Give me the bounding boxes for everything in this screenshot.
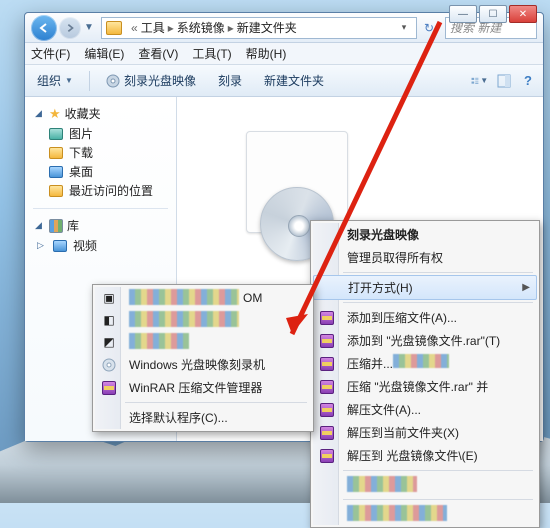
ctx-compress-rar[interactable]: 压缩 "光盘镜像文件.rar" 并 — [313, 375, 537, 398]
menu-bar: 文件(F) 编辑(E) 查看(V) 工具(T) 帮助(H) — [25, 43, 543, 65]
ctx-admin-own[interactable]: 管理员取得所有权 — [313, 246, 537, 269]
menu-help[interactable]: 帮助(H) — [246, 45, 287, 62]
window-controls: — ☐ ✕ — [449, 5, 537, 23]
redacted-text — [393, 354, 449, 368]
winrar-icon — [320, 380, 334, 394]
winrar-icon — [320, 426, 334, 440]
breadcrumb-2[interactable]: 系统镜像 — [177, 19, 225, 36]
submenu-arrow-icon: ▶ — [522, 282, 530, 293]
ctx-choose-default[interactable]: 选择默认程序(C)... — [95, 406, 311, 429]
preview-pane-button[interactable] — [495, 72, 513, 90]
address-dropdown[interactable]: ▾ — [396, 22, 412, 33]
menu-view[interactable]: 查看(V) — [138, 45, 178, 62]
nav-back-button[interactable] — [31, 15, 57, 41]
ctx-open-with[interactable]: 打开方式(H)▶ — [313, 275, 537, 300]
help-button[interactable]: ? — [519, 72, 537, 90]
menu-edit[interactable]: 编辑(E) — [84, 45, 124, 62]
breadcrumb-1[interactable]: 工具 — [141, 19, 165, 36]
view-mode-button[interactable]: ▼ — [471, 72, 489, 90]
ctx-app-hidden2[interactable]: ◧ — [95, 309, 311, 331]
arrow-right-icon — [65, 23, 75, 33]
disc-icon — [101, 357, 117, 373]
sidebar-item-video[interactable]: ▷ 视频 — [27, 236, 174, 255]
ctx-burn-image[interactable]: 刻录光盘映像 — [313, 223, 537, 246]
app-icon: ◧ — [101, 312, 117, 328]
folder-icon — [49, 147, 63, 159]
star-icon: ★ — [49, 106, 61, 122]
collapse-icon[interactable]: ◢ — [35, 108, 45, 119]
ctx-extract-to[interactable]: 解压到 光盘镜像文件\(E) — [313, 444, 537, 467]
address-bar[interactable]: « 工具 ▸ 系统镜像 ▸ 新建文件夹 ▾ — [101, 17, 417, 39]
sidebar-item-downloads[interactable]: 下载 — [27, 143, 174, 162]
library-icon — [49, 219, 63, 233]
disc-icon — [106, 74, 120, 88]
redacted-text — [129, 289, 239, 305]
winrar-icon — [320, 311, 334, 325]
redacted-text — [129, 311, 239, 327]
folder-icon — [49, 185, 63, 197]
redacted-text — [347, 476, 417, 492]
ctx-winrar[interactable]: WinRAR 压缩文件管理器 — [95, 376, 311, 399]
sidebar-item-pictures[interactable]: 图片 — [27, 124, 174, 143]
ctx-windows-burner[interactable]: Windows 光盘映像刻录机 — [95, 353, 311, 376]
ctx-app-hidden3[interactable]: ◩ — [95, 331, 311, 353]
breadcrumb-sep: « — [131, 21, 138, 35]
pictures-icon — [49, 128, 63, 140]
sidebar-item-recent[interactable]: 最近访问的位置 — [27, 181, 174, 200]
app-icon: ▣ — [101, 290, 117, 306]
maximize-button[interactable]: ☐ — [479, 5, 507, 23]
ctx-hidden-row[interactable] — [313, 474, 537, 496]
minimize-button[interactable]: — — [449, 5, 477, 23]
menu-file[interactable]: 文件(F) — [31, 45, 70, 62]
desktop-icon — [49, 166, 63, 178]
app-icon: ◩ — [101, 334, 117, 350]
redacted-text — [129, 333, 189, 349]
winrar-icon — [102, 381, 116, 395]
organize-button[interactable]: 组织▼ — [31, 70, 79, 91]
ctx-app-hidden1[interactable]: ▣OM — [95, 287, 311, 309]
menu-tools[interactable]: 工具(T) — [192, 45, 231, 62]
burn-button[interactable]: 刻录 — [212, 70, 248, 91]
nav-forward-button[interactable] — [59, 17, 81, 39]
toolbar: 组织▼ 刻录光盘映像 刻录 新建文件夹 ▼ ? — [25, 65, 543, 97]
breadcrumb-3[interactable]: 新建文件夹 — [237, 19, 297, 36]
new-folder-button[interactable]: 新建文件夹 — [258, 70, 330, 91]
ctx-compress-and[interactable]: 压缩并... — [313, 352, 537, 375]
collapse-icon[interactable]: ◢ — [35, 220, 45, 231]
folder-icon — [106, 21, 122, 35]
redacted-text — [347, 505, 447, 521]
close-button[interactable]: ✕ — [509, 5, 537, 23]
sidebar-libraries[interactable]: 库 — [67, 217, 79, 234]
ctx-add-rar[interactable]: 添加到 "光盘镜像文件.rar"(T) — [313, 329, 537, 352]
arrow-left-icon — [38, 22, 50, 34]
burn-image-button[interactable]: 刻录光盘映像 — [100, 70, 202, 91]
refresh-button[interactable]: ↻ — [417, 21, 441, 35]
nav-history-drop[interactable]: ▼ — [83, 22, 95, 33]
sidebar-favorites[interactable]: 收藏夹 — [65, 105, 101, 122]
ctx-hidden-row2[interactable] — [313, 503, 537, 525]
context-menu-openwith: ▣OM ◧ ◩ Windows 光盘映像刻录机 WinRAR 压缩文件管理器 选… — [92, 284, 314, 432]
winrar-icon — [320, 334, 334, 348]
winrar-icon — [320, 403, 334, 417]
context-menu-main: 刻录光盘映像 管理员取得所有权 打开方式(H)▶ 添加到压缩文件(A)... 添… — [310, 220, 540, 528]
ctx-add-archive[interactable]: 添加到压缩文件(A)... — [313, 306, 537, 329]
winrar-icon — [320, 449, 334, 463]
ctx-extract[interactable]: 解压文件(A)... — [313, 398, 537, 421]
video-icon — [53, 240, 67, 252]
sidebar-item-desktop[interactable]: 桌面 — [27, 162, 174, 181]
ctx-extract-here[interactable]: 解压到当前文件夹(X) — [313, 421, 537, 444]
winrar-icon — [320, 357, 334, 371]
